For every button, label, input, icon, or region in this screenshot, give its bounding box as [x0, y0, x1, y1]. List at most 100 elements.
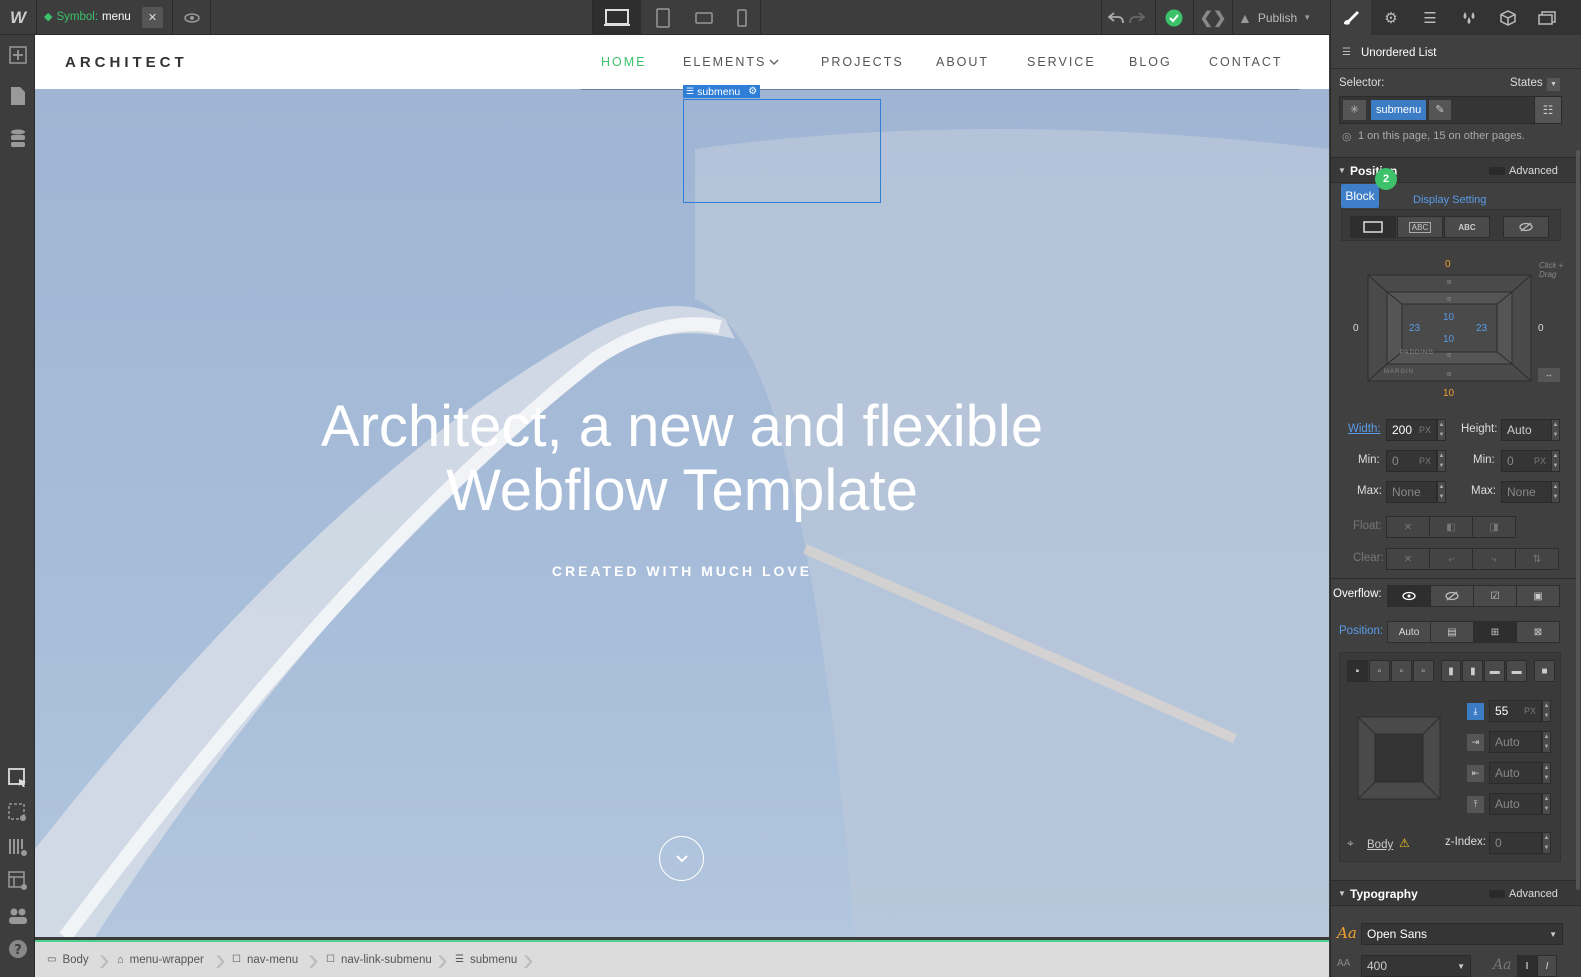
class-options-icon[interactable]: ☷ — [1534, 96, 1562, 124]
max-width-input[interactable]: None — [1386, 481, 1437, 503]
offset-bottom-input[interactable]: Auto — [1489, 793, 1542, 815]
zindex-input[interactable]: 0 — [1489, 832, 1542, 854]
display-inline-button[interactable]: ABC — [1444, 216, 1490, 238]
offset-left-input[interactable]: Auto — [1489, 731, 1542, 753]
relative-to-body[interactable]: Body — [1367, 839, 1393, 851]
padding-left-value[interactable]: 23 — [1409, 323, 1420, 334]
min-height-input[interactable]: 0 PX — [1501, 450, 1552, 472]
states-dropdown[interactable]: States — [1510, 77, 1543, 89]
help-icon[interactable]: ? — [7, 938, 28, 959]
preset-right[interactable]: ▮ — [1462, 660, 1484, 682]
nav-link-about[interactable]: ABOUT — [936, 55, 989, 69]
overflow-auto-button[interactable]: ▣ — [1516, 585, 1560, 607]
typography-section-header[interactable]: ▼ Typography Advanced — [1331, 880, 1581, 906]
nav-link-service[interactable]: SERVICE — [1027, 55, 1096, 69]
display-inline-block-button[interactable]: ABC — [1397, 216, 1443, 238]
padding-right-value[interactable]: 23 — [1476, 323, 1487, 334]
design-canvas[interactable]: Architect, a new and flexible Webflow Te… — [35, 35, 1329, 937]
preset-top[interactable]: ▬ — [1506, 660, 1528, 682]
preset-left[interactable]: ▮ — [1440, 660, 1462, 682]
selection-label[interactable]: ☰ submenu ⚙ — [683, 85, 761, 98]
redo-icon[interactable] — [1126, 0, 1148, 35]
height-stepper[interactable]: ▲ ▼ — [1551, 419, 1560, 441]
global-selector-icon[interactable]: ✳ — [1343, 100, 1366, 120]
offset-top-stepper[interactable]: ▲ ▼ — [1542, 700, 1551, 722]
preset-bottom[interactable]: ▬ — [1484, 660, 1506, 682]
max-height-input[interactable]: None — [1501, 481, 1552, 503]
chevron-down-icon[interactable]: ▼ — [1547, 78, 1560, 91]
edit-class-pencil-icon[interactable]: ✎ — [1429, 100, 1451, 120]
cms-database-icon[interactable] — [7, 128, 28, 149]
xray-layout-icon[interactable] — [7, 870, 28, 891]
margin-right-value[interactable]: 0 — [1538, 323, 1544, 334]
offset-left-stepper[interactable]: ▲ ▼ — [1542, 731, 1551, 753]
symbols-cube-icon[interactable] — [1488, 0, 1528, 35]
preset-bottom-right[interactable]: ▫ — [1412, 660, 1434, 682]
overflow-scroll-button[interactable]: ☑ — [1473, 585, 1517, 607]
box-model-editor[interactable]: ≡ ≡ ≡ ≡ PADDING MARGIN — [1367, 274, 1532, 382]
preset-top-right[interactable]: ▫ — [1368, 660, 1390, 682]
advanced-toggle[interactable] — [1489, 890, 1505, 898]
float-none-button[interactable]: ✕ — [1386, 516, 1430, 538]
grid-overlay-icon[interactable] — [7, 836, 28, 857]
undo-icon[interactable] — [1104, 0, 1128, 35]
offset-top-input[interactable]: 55 PX — [1489, 700, 1542, 722]
brand-logo[interactable]: ARCHITECT — [65, 54, 188, 71]
width-input[interactable]: 200 PX — [1386, 419, 1437, 441]
offset-bottom-stepper[interactable]: ▲ ▼ — [1542, 793, 1551, 815]
interactions-drops-icon[interactable] — [1449, 0, 1489, 35]
font-style-normal-button[interactable]: I — [1517, 955, 1537, 977]
clear-none-button[interactable]: ✕ — [1386, 548, 1430, 570]
scroll-down-button[interactable] — [659, 836, 704, 881]
nav-link-contact[interactable]: CONTACT — [1209, 55, 1283, 69]
select-tool-icon[interactable] — [7, 767, 28, 788]
preview-eye-icon[interactable] — [174, 0, 210, 35]
margin-top-value[interactable]: 0 — [1445, 259, 1451, 270]
tablet-view-icon[interactable] — [642, 0, 684, 35]
save-status-check-icon[interactable] — [1157, 0, 1191, 35]
export-code-icon[interactable]: ❮❯ — [1195, 0, 1231, 35]
desktop-view-icon[interactable] — [593, 0, 641, 35]
preset-bottom-left[interactable]: ▫ — [1390, 660, 1412, 682]
clear-right-button[interactable]: ⤷ — [1472, 548, 1516, 570]
hero-section[interactable]: Architect, a new and flexible Webflow Te… — [35, 89, 1329, 937]
box-options-icon[interactable]: ↔ — [1538, 368, 1560, 382]
show-hidden-elements-icon[interactable] — [7, 802, 28, 823]
publish-button[interactable]: ▲ Publish ▼ — [1238, 0, 1324, 35]
breadcrumb-submenu[interactable]: ☰ submenu — [455, 942, 517, 977]
add-element-icon[interactable] — [7, 44, 28, 65]
float-right-button[interactable]: ◨ — [1472, 516, 1516, 538]
font-weight-select[interactable]: 400 ▼ — [1361, 955, 1471, 977]
assets-images-icon[interactable] — [1527, 0, 1567, 35]
min-height-stepper[interactable]: ▲ ▼ — [1551, 450, 1560, 472]
collapse-triangle-icon[interactable]: ▼ — [1338, 166, 1346, 175]
padding-top-value[interactable]: 10 — [1443, 312, 1454, 323]
clear-left-button[interactable]: ⤶ — [1429, 548, 1473, 570]
margin-left-value[interactable]: 0 — [1353, 323, 1359, 334]
webflow-logo[interactable]: W — [0, 0, 36, 35]
breadcrumb-body[interactable]: ▭ Body — [47, 942, 89, 977]
preset-top-left[interactable]: ▪ — [1347, 660, 1368, 682]
preset-full[interactable]: ■ — [1534, 660, 1556, 682]
collapse-triangle-icon[interactable]: ▼ — [1338, 889, 1346, 898]
nav-link-home[interactable]: HOME — [601, 55, 647, 69]
selected-submenu-outline[interactable] — [683, 99, 881, 203]
position-absolute-button[interactable]: ⊞ — [1473, 621, 1517, 643]
navigator-icon[interactable]: ☰ — [1410, 0, 1450, 35]
float-left-button[interactable]: ◧ — [1429, 516, 1473, 538]
nav-link-projects[interactable]: PROJECTS — [821, 55, 904, 69]
style-brush-icon[interactable] — [1331, 0, 1371, 35]
offset-right-stepper[interactable]: ▲ ▼ — [1542, 762, 1551, 784]
selector-field[interactable]: ✳ submenu ✎ — [1339, 96, 1562, 124]
breadcrumb-nav-menu[interactable]: ☐ nav-menu — [232, 942, 298, 977]
offset-diagram[interactable] — [1357, 716, 1441, 800]
font-family-select[interactable]: Open Sans ▼ — [1361, 923, 1563, 945]
max-width-stepper[interactable]: ▲ ▼ — [1437, 481, 1446, 503]
advanced-toggle[interactable] — [1489, 167, 1505, 175]
display-none-button[interactable] — [1503, 216, 1549, 238]
position-relative-button[interactable]: ▤ — [1430, 621, 1474, 643]
class-tag-submenu[interactable]: submenu — [1371, 100, 1427, 120]
breadcrumb-menu-wrapper[interactable]: ⌂ menu-wrapper — [117, 942, 204, 977]
position-auto-button[interactable]: Auto — [1387, 621, 1431, 643]
breadcrumb-nav-link-submenu[interactable]: ☐ nav-link-submenu — [326, 942, 432, 977]
